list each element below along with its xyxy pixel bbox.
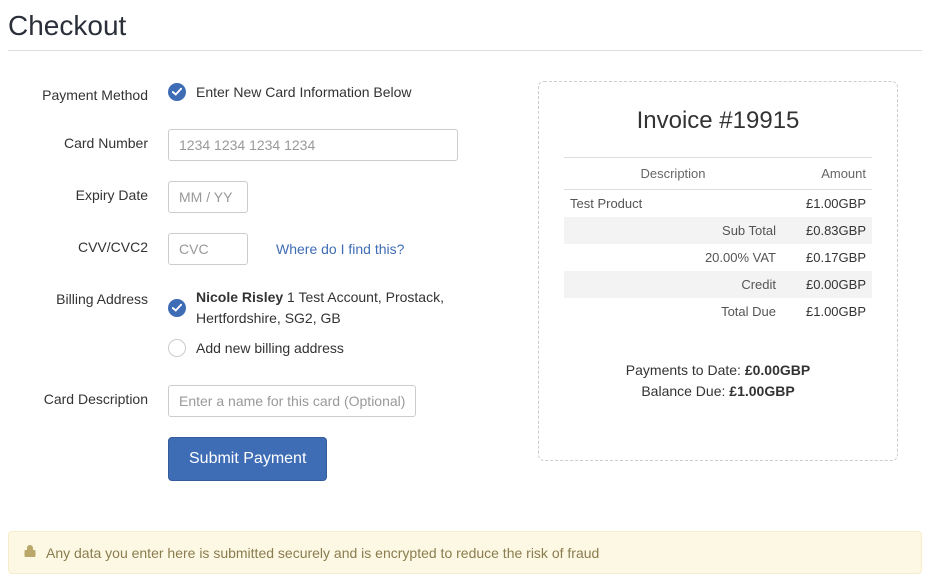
balance-label: Balance Due: <box>641 383 729 399</box>
radio-selected-icon[interactable] <box>168 299 186 317</box>
cvv-help-link[interactable]: Where do I find this? <box>276 241 404 257</box>
expiry-label: Expiry Date <box>8 181 168 203</box>
description-label: Card Description <box>8 385 168 407</box>
invoice-product: Test Product <box>564 190 782 218</box>
invoice-panel: Invoice #19915 Description Amount Test P… <box>538 81 898 461</box>
invoice-table: Description Amount Test Product £1.00GBP… <box>564 157 872 325</box>
notice-text: Any data you enter here is submitted sec… <box>46 545 599 561</box>
invoice-subtotal-label: Sub Total <box>564 217 782 244</box>
radio-unselected-icon[interactable] <box>168 339 186 357</box>
invoice-title: Invoice #19915 <box>564 107 872 135</box>
page-title: Checkout <box>8 10 922 51</box>
payments-amount: £0.00GBP <box>745 362 810 378</box>
invoice-totaldue-amount: £1.00GBP <box>782 298 872 325</box>
security-notice: Any data you enter here is submitted sec… <box>8 531 922 574</box>
invoice-vat-label: 20.00% VAT <box>564 244 782 271</box>
table-row: 20.00% VAT £0.17GBP <box>564 244 872 271</box>
payment-form: Payment Method Enter New Card Informatio… <box>8 81 508 501</box>
lock-icon <box>24 544 36 561</box>
payment-method-option: Enter New Card Information Below <box>196 84 412 100</box>
billing-add-new-option: Add new billing address <box>196 340 344 356</box>
table-row: Sub Total £0.83GBP <box>564 217 872 244</box>
invoice-col-description: Description <box>564 158 782 190</box>
radio-selected-icon[interactable] <box>168 83 186 101</box>
table-row: Total Due £1.00GBP <box>564 298 872 325</box>
payment-method-label: Payment Method <box>8 81 168 103</box>
invoice-credit-amount: £0.00GBP <box>782 271 872 298</box>
card-number-label: Card Number <box>8 129 168 151</box>
cvv-label: CVV/CVC2 <box>8 233 168 255</box>
invoice-summary: Payments to Date: £0.00GBP Balance Due: … <box>564 360 872 402</box>
invoice-product-amount: £1.00GBP <box>782 190 872 218</box>
billing-address-option: Nicole Risley 1 Test Account, Prostack, … <box>196 287 508 329</box>
submit-payment-button[interactable]: Submit Payment <box>168 437 327 481</box>
payments-label: Payments to Date: <box>626 362 745 378</box>
invoice-credit-label: Credit <box>564 271 782 298</box>
invoice-totaldue-label: Total Due <box>564 298 782 325</box>
balance-amount: £1.00GBP <box>729 383 794 399</box>
card-number-input[interactable] <box>168 129 458 161</box>
billing-label: Billing Address <box>8 285 168 307</box>
invoice-col-amount: Amount <box>782 158 872 190</box>
cvv-input[interactable] <box>168 233 248 265</box>
invoice-subtotal-amount: £0.83GBP <box>782 217 872 244</box>
card-description-input[interactable] <box>168 385 416 417</box>
table-row: Credit £0.00GBP <box>564 271 872 298</box>
expiry-input[interactable] <box>168 181 248 213</box>
table-row: Test Product £1.00GBP <box>564 190 872 218</box>
invoice-vat-amount: £0.17GBP <box>782 244 872 271</box>
billing-name: Nicole Risley <box>196 289 283 305</box>
